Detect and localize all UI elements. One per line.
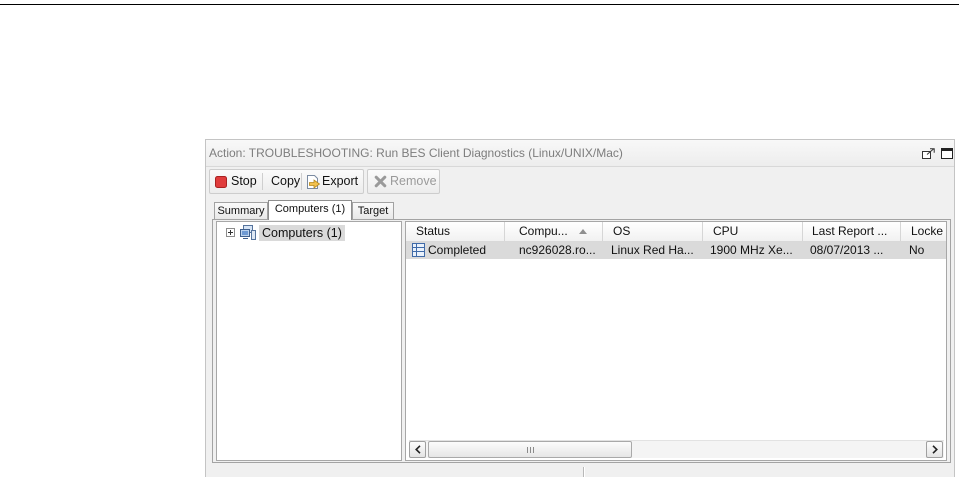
remove-label: Remove [390, 174, 437, 188]
table-row[interactable]: Completed nc926028.ro... Linux Red Ha...… [406, 242, 946, 259]
column-header-cpu[interactable]: CPU [703, 222, 803, 241]
column-header-label: Compu... [519, 224, 568, 238]
status-completed-icon [412, 243, 425, 257]
cell-last-report: 08/07/2013 ... [810, 243, 884, 257]
cell-cpu: 1900 MHz Xe... [710, 243, 793, 257]
remove-button[interactable]: Remove [368, 170, 439, 193]
cell-os: Linux Red Ha... [611, 243, 694, 257]
action-toolbar: Stop Copy Export Remove [209, 169, 449, 194]
export-icon [306, 174, 321, 190]
column-header-label: Last Report ... [812, 224, 888, 238]
status-bar [206, 463, 954, 477]
computers-list-pane: Status Compu... OS CPU Last Report ... L… [405, 221, 947, 461]
cell-status: Completed [406, 242, 505, 259]
horizontal-scroll-thumb[interactable] [428, 441, 632, 458]
cell-computer: nc926028.ro... [519, 243, 596, 257]
stop-icon [215, 176, 227, 188]
column-header-last-report[interactable]: Last Report ... [803, 222, 901, 241]
action-window: Action: TROUBLESHOOTING: Run BES Client … [205, 139, 955, 477]
copy-button[interactable]: Copy [263, 170, 301, 193]
toolbar-group-remove: Remove [367, 169, 440, 194]
stop-label: Stop [231, 174, 257, 188]
chevron-right-icon [931, 445, 938, 454]
computers-group-icon [240, 224, 256, 240]
column-header-label: CPU [713, 224, 739, 238]
window-titlebar: Action: TROUBLESHOOTING: Run BES Client … [206, 140, 954, 167]
scroll-left-button[interactable] [409, 441, 426, 458]
computer-tree-pane: Computers (1) [216, 221, 402, 461]
toolbar-group-main: Stop Copy Export [209, 169, 364, 194]
tree-item-computers[interactable]: Computers (1) [217, 222, 401, 242]
maximize-icon[interactable] [941, 148, 953, 159]
column-header-label: Locke [911, 224, 944, 238]
tab-target[interactable]: Target [352, 202, 394, 219]
cell-locked: No [909, 243, 925, 257]
detach-icon[interactable] [922, 148, 935, 159]
table-header: Status Compu... OS CPU Last Report ... L… [406, 222, 946, 242]
column-header-locked[interactable]: Locke [901, 222, 946, 241]
scroll-grip-icon [527, 447, 534, 453]
window-title: Action: TROUBLESHOOTING: Run BES Client … [209, 146, 623, 160]
export-label: Export [322, 174, 359, 188]
copy-label: Copy [271, 174, 301, 188]
stop-button[interactable]: Stop [210, 170, 262, 193]
status-text: Completed [428, 243, 487, 257]
expand-icon[interactable] [226, 228, 235, 237]
export-button[interactable]: Export [302, 170, 363, 193]
status-bar-separator [583, 467, 584, 477]
column-header-status[interactable]: Status [406, 222, 505, 241]
chevron-left-icon [414, 445, 421, 454]
horizontal-scrollbar[interactable] [409, 440, 944, 458]
remove-icon [374, 175, 387, 188]
column-header-label: OS [613, 224, 631, 238]
page-top-rule [0, 4, 959, 5]
column-header-os[interactable]: OS [603, 222, 703, 241]
scroll-right-button[interactable] [926, 441, 943, 458]
tab-content-panel: Computers (1) Status Compu... OS CPU Las… [212, 219, 951, 463]
tab-strip: Summary Computers (1) Target [206, 200, 954, 220]
sort-ascending-icon [579, 229, 587, 234]
column-header-label: Status [416, 224, 451, 238]
column-header-computer[interactable]: Compu... [505, 222, 603, 241]
tab-summary[interactable]: Summary [214, 202, 268, 219]
tree-item-label[interactable]: Computers (1) [259, 225, 345, 241]
tab-computers[interactable]: Computers (1) [268, 200, 352, 220]
